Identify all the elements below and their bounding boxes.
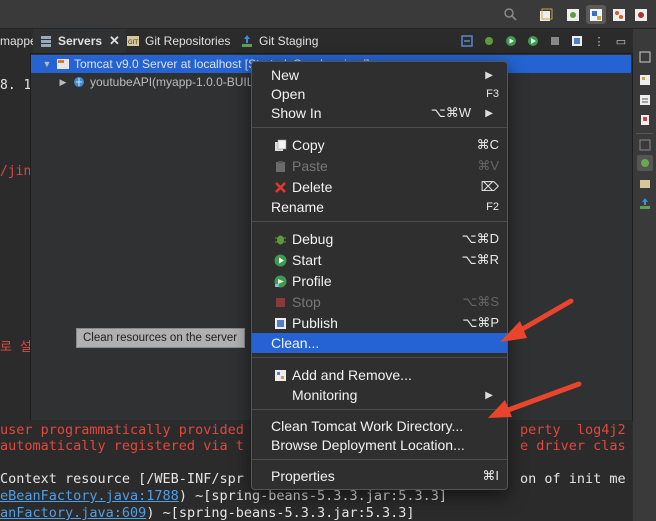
annotation-overlay xyxy=(488,298,582,418)
annotation-arrow xyxy=(500,298,574,342)
annotation-arrow xyxy=(488,381,582,418)
